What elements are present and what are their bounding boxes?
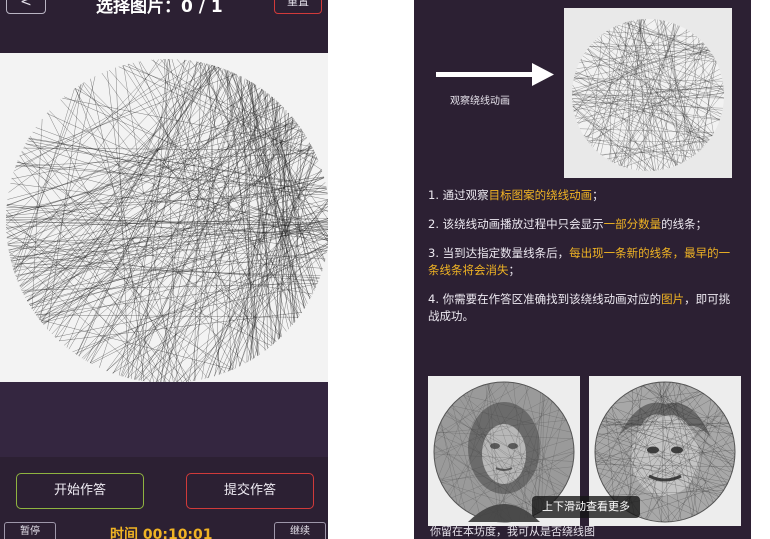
instruction-item: 1. 通过观察目标图案的绕线动画； [428,187,740,204]
bottom-bar: 暂停 时间 00:10:01 继续 [0,518,328,539]
string-line [5,126,300,218]
highlighted-text: 一部分数量 [603,217,662,231]
instruction-item: 3. 当到达指定数量线条后，每出现一条新的线条，最早的一条线条将会消失； [428,245,740,279]
instruction-text: ； [508,263,521,277]
instruction-item: 4. 你需要在作答区准确找到该绕线动画对应的图片，即可挑战成功。 [428,291,740,325]
string-line [19,73,237,157]
back-button[interactable]: < [6,0,46,14]
arrow-label: 观察绕线动画 [450,96,510,107]
instruction-text: 的线条； [661,217,708,231]
submit-answer-button[interactable]: 提交作答 [186,473,314,509]
instruction-text: 2. 该绕线动画播放过程中只会显示 [428,217,604,231]
instruction-text: ； [592,188,604,202]
instruction-text: 4. 你需要在作答区准确找到该绕线动画对应的 [428,292,662,306]
highlighted-text: 图片 [661,292,685,306]
answer-area [0,382,328,457]
instruction-text: 3. 当到达指定数量线条后， [428,246,570,260]
answer-screen: < 选择图片：0 / 1 重置 开始作答 提交作答 暂停 时间 00:10:01… [0,0,328,539]
continue-button[interactable]: 继续 [274,522,326,539]
reset-button[interactable]: 重置 [274,0,322,14]
instruction-text: 1. 通过观察 [428,188,489,202]
timer-text: 时间 00:10:01 [110,527,213,539]
top-bar: < 选择图片：0 / 1 重置 [0,0,328,40]
string-line [14,59,160,274]
pause-button[interactable]: 暂停 [4,522,56,539]
arrow-right-icon [436,63,554,86]
string-line [8,251,152,382]
screen-title: 选择图片：0 / 1 [96,0,223,17]
string-line [218,156,317,375]
scroll-hint-toast: 上下滑动查看更多 [532,496,640,518]
start-answer-button[interactable]: 开始作答 [16,473,144,509]
string-art-drawing [5,58,328,382]
instructions-screen: 观察绕线动画 1. 通过观察目标图案的绕线动画； 2. 该绕线动画播放过程中只会… [414,0,751,539]
highlighted-text: 目标图案的绕线动画 [488,188,593,202]
string-line [223,154,316,374]
instruction-list: 1. 通过观察目标图案的绕线动画； 2. 该绕线动画播放过程中只会显示一部分数量… [428,187,740,337]
target-string-art-image [564,8,732,178]
instruction-item: 2. 该绕线动画播放过程中只会显示一部分数量的线条； [428,216,740,233]
string-art-canvas [0,53,328,382]
cut-off-text: 你留在本坊度，我可从是否绕线图 [430,525,595,538]
